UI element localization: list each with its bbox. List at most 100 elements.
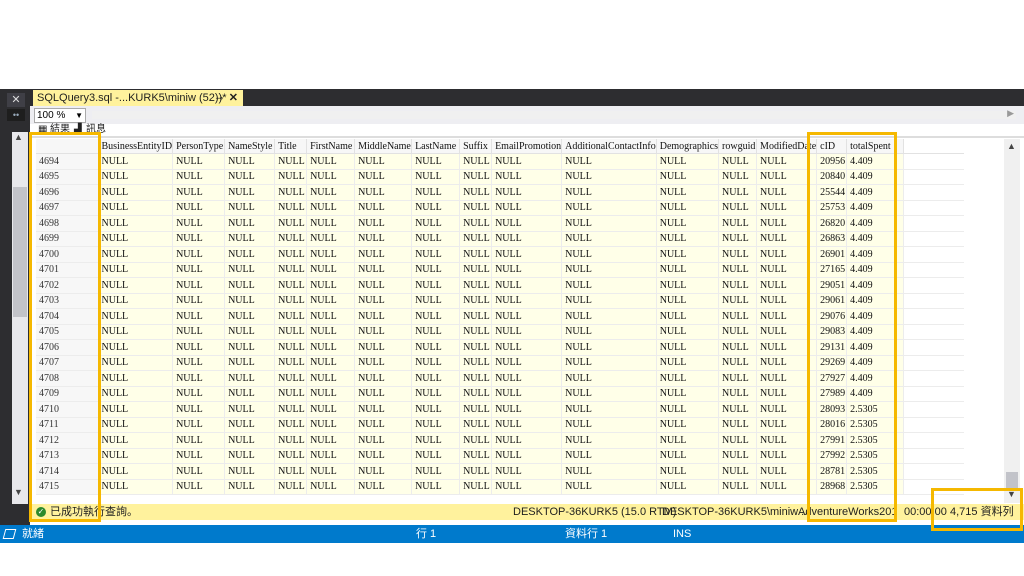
table-cell[interactable]: NULL [354, 262, 413, 278]
scrollbar-thumb[interactable] [13, 187, 27, 317]
table-cell[interactable]: NULL [459, 184, 493, 201]
table-cell[interactable]: NULL [274, 153, 308, 170]
table-cell[interactable]: NULL [411, 293, 461, 309]
table-cell[interactable]: NULL [718, 169, 758, 185]
column-header[interactable]: Title [274, 139, 308, 154]
table-cell[interactable]: NULL [491, 448, 563, 464]
table-cell[interactable]: NULL [224, 246, 276, 263]
table-cell[interactable]: NULL [98, 184, 174, 201]
table-cell[interactable]: NULL [459, 432, 493, 449]
table-cell[interactable]: NULL [98, 448, 174, 464]
table-cell[interactable]: NULL [459, 463, 493, 480]
table-cell[interactable]: NULL [354, 401, 413, 418]
table-cell[interactable]: NULL [306, 308, 356, 325]
chevron-right-icon[interactable]: ▶ [1007, 108, 1014, 119]
table-cell[interactable]: NULL [98, 463, 174, 480]
chevron-up-icon[interactable]: ▲ [1007, 141, 1016, 151]
table-cell[interactable]: NULL [224, 479, 276, 495]
table-cell[interactable]: NULL [172, 277, 226, 294]
table-cell[interactable]: NULL [656, 184, 720, 201]
table-cell[interactable]: NULL [718, 463, 758, 480]
table-cell[interactable]: NULL [306, 417, 356, 433]
table-cell[interactable]: NULL [306, 324, 356, 340]
table-cell[interactable]: NULL [561, 308, 657, 325]
table-cell[interactable]: NULL [306, 215, 356, 232]
table-cell[interactable]: NULL [459, 277, 493, 294]
table-cell[interactable]: NULL [718, 277, 758, 294]
table-cell[interactable]: NULL [274, 339, 308, 356]
table-cell[interactable]: NULL [656, 463, 720, 480]
table-cell[interactable]: NULL [561, 200, 657, 216]
column-header[interactable]: rowguid [718, 139, 758, 154]
table-cell[interactable]: NULL [306, 479, 356, 495]
table-cell[interactable]: NULL [656, 324, 720, 340]
table-cell[interactable]: NULL [274, 262, 308, 278]
table-cell[interactable]: NULL [459, 448, 493, 464]
table-cell[interactable]: NULL [561, 246, 657, 263]
table-cell[interactable]: NULL [172, 324, 226, 340]
table-cell[interactable]: NULL [491, 231, 563, 247]
table-cell[interactable]: NULL [561, 184, 657, 201]
table-cell[interactable]: NULL [459, 200, 493, 216]
table-cell[interactable]: NULL [274, 324, 308, 340]
table-cell[interactable]: NULL [172, 184, 226, 201]
table-cell[interactable]: NULL [411, 308, 461, 325]
table-cell[interactable]: NULL [718, 308, 758, 325]
table-cell[interactable]: NULL [459, 153, 493, 170]
table-cell[interactable]: NULL [718, 262, 758, 278]
pin-icon[interactable]: ⊸ [215, 90, 223, 106]
table-cell[interactable]: NULL [718, 200, 758, 216]
table-cell[interactable]: NULL [274, 479, 308, 495]
table-cell[interactable]: NULL [274, 308, 308, 325]
table-cell[interactable]: NULL [98, 169, 174, 185]
table-cell[interactable]: NULL [354, 355, 413, 371]
table-cell[interactable]: NULL [98, 231, 174, 247]
table-cell[interactable]: NULL [718, 386, 758, 402]
table-cell[interactable]: NULL [718, 448, 758, 464]
table-cell[interactable]: NULL [224, 153, 276, 170]
table-cell[interactable]: NULL [98, 432, 174, 449]
table-cell[interactable]: NULL [561, 370, 657, 387]
table-cell[interactable]: NULL [98, 324, 174, 340]
table-cell[interactable]: NULL [491, 324, 563, 340]
table-cell[interactable]: NULL [172, 463, 226, 480]
table-cell[interactable]: NULL [172, 355, 226, 371]
table-cell[interactable]: NULL [172, 308, 226, 325]
table-cell[interactable]: NULL [354, 417, 413, 433]
grid-vertical-scrollbar[interactable]: ▲ ▼ [1004, 139, 1020, 503]
table-cell[interactable]: NULL [561, 386, 657, 402]
table-cell[interactable]: NULL [274, 463, 308, 480]
table-cell[interactable]: NULL [354, 169, 413, 185]
table-cell[interactable]: NULL [98, 293, 174, 309]
table-cell[interactable]: NULL [224, 339, 276, 356]
panel-pin-icon[interactable]: •• [7, 109, 25, 121]
table-cell[interactable]: NULL [306, 339, 356, 356]
table-cell[interactable]: NULL [224, 432, 276, 449]
table-cell[interactable]: NULL [656, 262, 720, 278]
table-cell[interactable]: NULL [491, 277, 563, 294]
table-cell[interactable]: NULL [172, 339, 226, 356]
table-cell[interactable]: NULL [274, 401, 308, 418]
scrollbar-thumb[interactable] [1006, 472, 1018, 488]
table-cell[interactable]: NULL [274, 277, 308, 294]
table-cell[interactable]: NULL [172, 479, 226, 495]
chevron-up-icon[interactable]: ▲ [14, 132, 23, 142]
table-cell[interactable]: NULL [561, 215, 657, 232]
table-cell[interactable]: NULL [459, 262, 493, 278]
table-cell[interactable]: NULL [718, 370, 758, 387]
table-cell[interactable]: NULL [718, 215, 758, 232]
table-cell[interactable]: NULL [561, 417, 657, 433]
table-cell[interactable]: NULL [354, 308, 413, 325]
table-cell[interactable]: NULL [491, 339, 563, 356]
table-cell[interactable]: NULL [98, 262, 174, 278]
column-header[interactable]: PersonType [172, 139, 226, 154]
table-cell[interactable]: NULL [656, 432, 720, 449]
table-cell[interactable]: NULL [98, 417, 174, 433]
table-cell[interactable]: NULL [411, 277, 461, 294]
table-cell[interactable]: NULL [411, 200, 461, 216]
table-cell[interactable]: NULL [306, 293, 356, 309]
table-cell[interactable]: NULL [411, 463, 461, 480]
table-cell[interactable]: NULL [274, 448, 308, 464]
table-cell[interactable]: NULL [459, 386, 493, 402]
table-cell[interactable]: NULL [224, 184, 276, 201]
